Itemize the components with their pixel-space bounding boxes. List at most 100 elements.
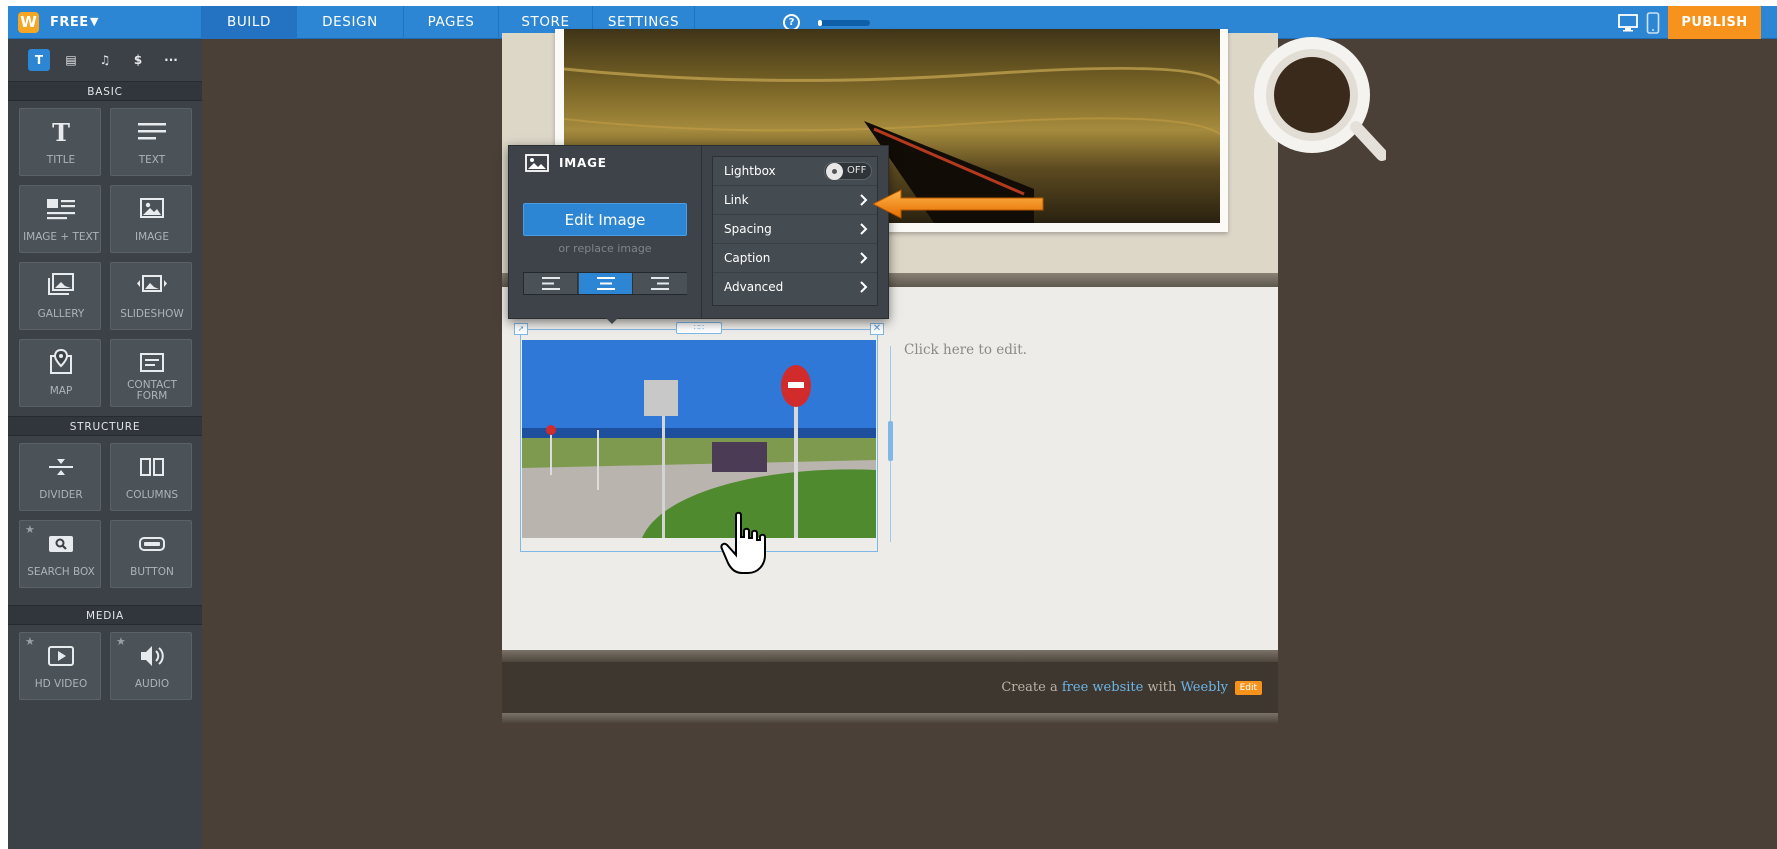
footer-bottom-rail [502,713,1278,723]
footer-prefix: Create a [1001,680,1058,695]
map-pin-icon [50,348,72,374]
star-icon: ★ [25,635,35,648]
image-options-list: Lightbox OFF Link Spacing Caption Advanc… [712,156,878,306]
category-bar: T ▤ ♫ $ ··· [8,39,202,81]
weebly-logo[interactable]: W [18,12,39,33]
element-label: COLUMNS [125,489,179,501]
option-label: Advanced [724,280,784,294]
street-signs-image [522,340,876,538]
element-map[interactable]: MAP [19,339,101,407]
text-placeholder[interactable]: Click here to edit. [904,342,1027,358]
tab-pages[interactable]: PAGES [403,6,498,39]
element-label: GALLERY [37,308,85,320]
footer-rail [502,650,1278,662]
lightbox-toggle[interactable]: OFF [824,162,872,180]
street-photo[interactable] [522,340,876,538]
option-spacing[interactable]: Spacing [713,215,877,244]
align-left-button[interactable] [524,273,578,294]
toggle-state: OFF [847,165,867,176]
option-label: Link [724,193,749,207]
element-label: MAP [49,385,73,397]
column-resize-handle[interactable] [888,421,893,461]
link-arrow-icon[interactable]: ➚ [514,323,528,335]
more-menu-icon[interactable] [1769,13,1777,33]
footer-middle: with [1147,680,1177,695]
element-hd-video[interactable]: ★ HD VIDEO [19,632,101,700]
site-footer: Create a free website with Weebly Edit [502,662,1278,713]
text-t-icon[interactable]: T [28,49,50,71]
element-divider[interactable]: DIVIDER [19,443,101,511]
element-title[interactable]: T TITLE [19,108,101,176]
element-label: TITLE [46,154,76,166]
music-note-icon[interactable]: ♫ [94,49,116,71]
more-icon[interactable]: ··· [160,49,182,71]
button-icon [139,537,165,551]
section-media: MEDIA [8,605,202,625]
chevron-right-icon [860,281,868,293]
desktop-view-icon[interactable] [1618,13,1638,33]
toggle-knob [826,163,843,180]
footer-credit: Create a free website with Weebly [1001,680,1228,695]
option-link[interactable]: Link [713,186,877,215]
star-icon: ★ [25,523,35,536]
chevron-down-icon[interactable]: ▼ [90,15,98,28]
element-columns[interactable]: COLUMNS [110,443,192,511]
align-right-button[interactable] [633,273,687,294]
align-center-icon [597,277,615,290]
popup-divider [701,146,702,318]
elements-sidebar: T ▤ ♫ $ ··· BASIC T TITLE TEXT IMAGE + T… [8,39,202,849]
element-label: SLIDESHOW [120,308,184,320]
popup-caret [605,317,619,324]
element-gallery[interactable]: GALLERY [19,262,101,330]
element-label: BUTTON [130,566,174,578]
element-label: IMAGE + TEXT [23,231,99,243]
option-advanced[interactable]: Advanced [713,273,877,302]
chevron-right-icon [860,223,868,235]
chevron-right-icon [860,252,868,264]
close-icon[interactable]: ✕ [870,323,884,335]
align-center-button[interactable] [579,273,633,294]
element-label: DIVIDER [39,489,83,501]
element-search-box[interactable]: ★ SEARCH BOX [19,520,101,588]
text-icon [138,123,166,140]
mobile-view-icon[interactable] [1646,12,1660,34]
image-icon [525,154,549,172]
search-box-icon [49,536,73,552]
setup-progress-bar[interactable] [818,20,870,26]
element-label: IMAGE [135,231,169,243]
layout-icon[interactable]: ▤ [60,49,82,71]
columns-icon [140,458,164,476]
footer-edit-badge[interactable]: Edit [1234,681,1262,695]
element-button[interactable]: BUTTON [110,520,192,588]
tab-design[interactable]: DESIGN [296,6,403,39]
element-image[interactable]: IMAGE [110,185,192,253]
title-icon: T [52,118,70,147]
plan-selector[interactable]: FREE [50,15,89,30]
weebly-link[interactable]: Weebly [1180,680,1228,695]
element-contact-form[interactable]: CONTACT FORM [110,339,192,407]
tab-build[interactable]: BUILD [201,6,296,39]
element-audio[interactable]: ★ AUDIO [110,632,192,700]
option-caption[interactable]: Caption [713,244,877,273]
element-label: AUDIO [134,678,170,690]
element-image-text[interactable]: IMAGE + TEXT [19,185,101,253]
option-lightbox: Lightbox OFF [713,157,877,186]
alignment-group [523,272,687,295]
element-text[interactable]: TEXT [110,108,192,176]
image-settings-popup: IMAGE Edit Image or replace image Lightb… [508,145,889,319]
divider-icon [49,459,73,475]
progress-fill [818,20,822,26]
element-slideshow[interactable]: SLIDESHOW [110,262,192,330]
publish-button[interactable]: PUBLISH [1668,6,1761,39]
edit-image-button[interactable]: Edit Image [523,203,687,236]
element-label: CONTACT FORM [127,379,177,402]
element-label: TEXT [138,154,166,166]
align-left-icon [542,277,560,290]
free-website-link[interactable]: free website [1062,680,1143,695]
replace-image-link[interactable]: or replace image [523,242,687,255]
hand-cursor-icon [720,511,766,574]
dollar-icon[interactable]: $ [127,49,149,71]
section-structure: STRUCTURE [8,416,202,436]
drag-handle-icon[interactable]: ∷∷ [676,322,722,334]
option-label: Spacing [724,222,772,236]
